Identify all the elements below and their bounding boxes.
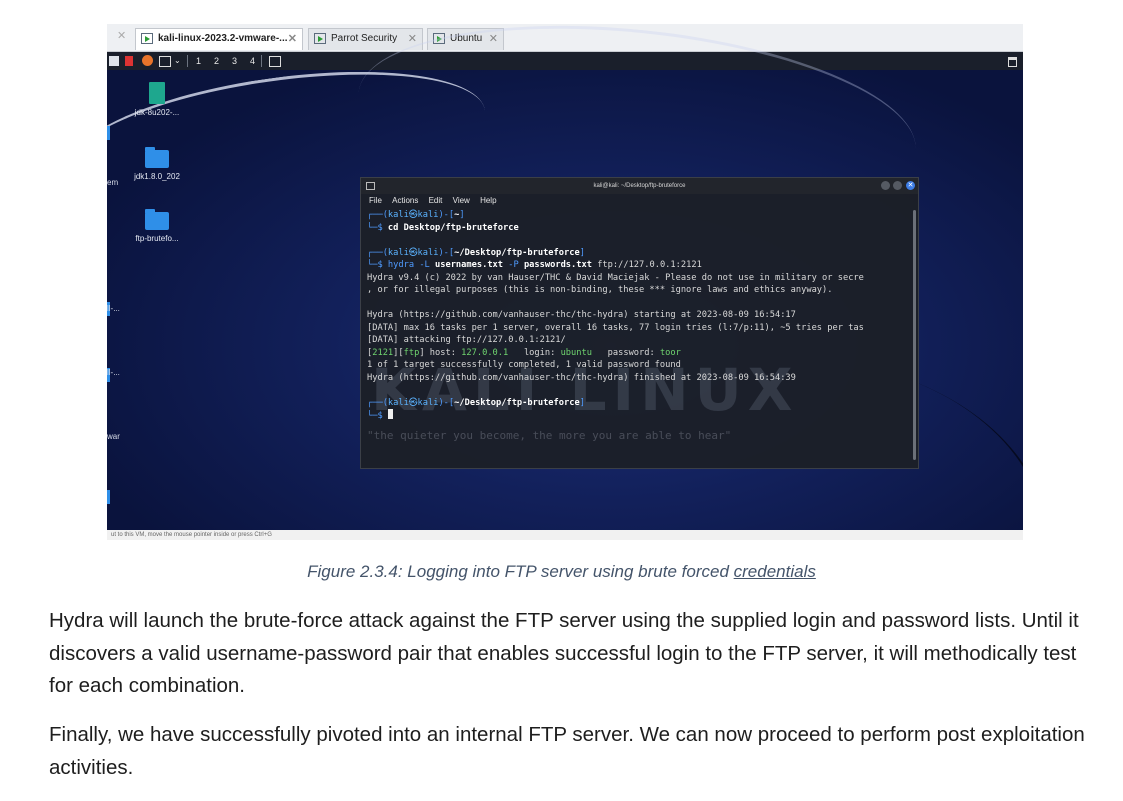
kali-motto: "the quieter you become, the more you ar… <box>367 429 732 442</box>
result-password: toor <box>659 347 681 358</box>
output-line: 1 of 1 target successfully completed, 1 … <box>367 360 681 370</box>
desktop-icon-label: jdk1.8.0_202 <box>134 172 180 181</box>
minimize-button[interactable] <box>881 181 890 190</box>
result-login: ubuntu <box>560 347 592 358</box>
terminal-title: kali@kali: ~/Desktop/ftp-bruteforce <box>593 183 686 189</box>
menu-file[interactable]: File <box>369 196 382 205</box>
vm-icon <box>314 33 326 44</box>
kali-desktop: jdk-8u202-... jdk1.8.0_202 ftp-brutefo..… <box>107 24 1023 540</box>
command-hydra: hydra <box>387 260 415 270</box>
paragraph-hydra: Hydra will launch the brute-force attack… <box>49 609 1079 697</box>
maximize-button[interactable] <box>893 181 902 190</box>
desktop-icon-jdk-archive[interactable]: jdk-8u202-... <box>107 82 207 117</box>
tab-label: Parrot Security <box>331 33 398 44</box>
folder-icon <box>145 209 169 230</box>
panel-divider <box>261 55 262 67</box>
text-cursor <box>387 409 393 419</box>
workspace-4[interactable]: 4 <box>250 55 255 67</box>
command-flag: -P <box>508 260 519 270</box>
menu-edit[interactable]: Edit <box>429 196 443 205</box>
prompt-user: kali <box>387 210 409 220</box>
menu-actions[interactable]: Actions <box>392 196 418 205</box>
command-arg: passwords.txt <box>523 260 592 270</box>
command-flag: -L <box>419 260 430 270</box>
partial-icon[interactable] <box>107 126 110 140</box>
result-port: 2121 <box>372 347 394 358</box>
paragraph-conclusion: Finally, we have successfully pivoted in… <box>49 723 1085 779</box>
workspace-3[interactable]: 3 <box>232 55 237 67</box>
files-icon[interactable] <box>125 56 133 66</box>
vm-icon <box>141 33 153 44</box>
workspace-2[interactable]: 2 <box>214 55 219 67</box>
output-line: [DATA] max 16 tasks per 1 server, overal… <box>367 322 864 333</box>
output-line: Hydra (https://github.com/vanhauser-thc/… <box>367 372 796 383</box>
window-restore-icon[interactable] <box>1008 57 1017 67</box>
tab-kali[interactable]: kali-linux-2023.2-vmware-... ✕ <box>135 28 303 50</box>
result-proto: ftp <box>403 347 420 358</box>
partial-icon-label: ll-... <box>107 304 120 313</box>
terminal-window[interactable]: KALI LINUX "the quieter you become, the … <box>360 177 919 469</box>
terminal-output[interactable]: ┌──(kali㉿kali)-[~] └─$ cd Desktop/ftp-br… <box>367 209 912 423</box>
terminal-icon <box>366 182 375 190</box>
terminal-scrollbar[interactable] <box>913 210 916 460</box>
tab-parrot[interactable]: Parrot Security ✕ <box>308 28 423 50</box>
partial-icon[interactable] <box>107 490 110 504</box>
close-icon[interactable]: ✕ <box>288 29 297 49</box>
command-arg: usernames.txt <box>435 260 504 270</box>
output-line: Hydra v9.4 (c) 2022 by van Hauser/THC & … <box>367 272 864 283</box>
terminal-menubar: File Actions Edit View Help <box>361 194 918 207</box>
command-cd: cd Desktop/ftp-bruteforce <box>387 222 519 233</box>
menu-help[interactable]: Help <box>480 196 496 205</box>
output-line: , or for illegal purposes (this is non-b… <box>367 285 833 295</box>
tab-label: kali-linux-2023.2-vmware-... <box>158 33 288 44</box>
prompt-dir: ~/Desktop/ftp-bruteforce <box>454 397 580 408</box>
desktop-icon-label: ftp-brutefo... <box>135 234 179 243</box>
output-line: [DATA] attacking ftp://127.0.0.1:2121/ <box>367 335 566 345</box>
command-target: ftp://127.0.0.1:2121 <box>597 260 702 270</box>
desktop-icon-label: jdk-8u202-... <box>134 108 180 117</box>
menu-icon[interactable] <box>109 56 119 66</box>
workspace-1[interactable]: 1 <box>196 55 201 67</box>
output-line: Hydra (https://github.com/vanhauser-thc/… <box>367 310 796 320</box>
terminal-titlebar[interactable]: kali@kali: ~/Desktop/ftp-bruteforce ✕ <box>361 178 918 194</box>
folder-icon <box>145 147 169 168</box>
partial-icon-label: em <box>107 178 119 187</box>
caption-text: Figure 2.3.4: Logging into FTP server us… <box>307 562 734 581</box>
menu-view[interactable]: View <box>453 196 470 205</box>
chevron-down-icon[interactable]: ⌄ <box>174 55 181 67</box>
partial-icon-label: war <box>107 432 120 441</box>
prompt-host: kali <box>417 397 439 408</box>
prompt-user: kali <box>387 397 409 408</box>
close-icon[interactable]: ✕ <box>117 29 126 42</box>
window-icon[interactable] <box>269 56 281 67</box>
result-host: 127.0.0.1 <box>461 347 509 358</box>
firefox-icon[interactable] <box>142 55 153 66</box>
close-button[interactable]: ✕ <box>906 181 915 190</box>
desktop-icon-jdk-folder[interactable]: jdk1.8.0_202 <box>107 147 207 181</box>
partial-icon-label: ll-... <box>107 368 120 377</box>
desktop-icon-ftp-folder[interactable]: ftp-brutefo... <box>107 209 207 243</box>
archive-icon <box>149 82 165 104</box>
prompt-host: kali <box>417 210 439 220</box>
prompt-user: kali <box>387 247 409 258</box>
prompt-dir: ~/Desktop/ftp-bruteforce <box>454 247 580 258</box>
vm-screenshot: ✕ kali-linux-2023.2-vmware-... ✕ Parrot … <box>107 24 1023 540</box>
vm-status-bar: ut to this VM, move the mouse pointer in… <box>107 530 1023 540</box>
prompt-host: kali <box>417 247 439 258</box>
figure-caption: Figure 2.3.4: Logging into FTP server us… <box>0 562 1123 582</box>
terminal-icon[interactable] <box>159 56 171 67</box>
caption-link[interactable]: credentials <box>734 562 816 581</box>
panel-divider <box>187 55 188 67</box>
